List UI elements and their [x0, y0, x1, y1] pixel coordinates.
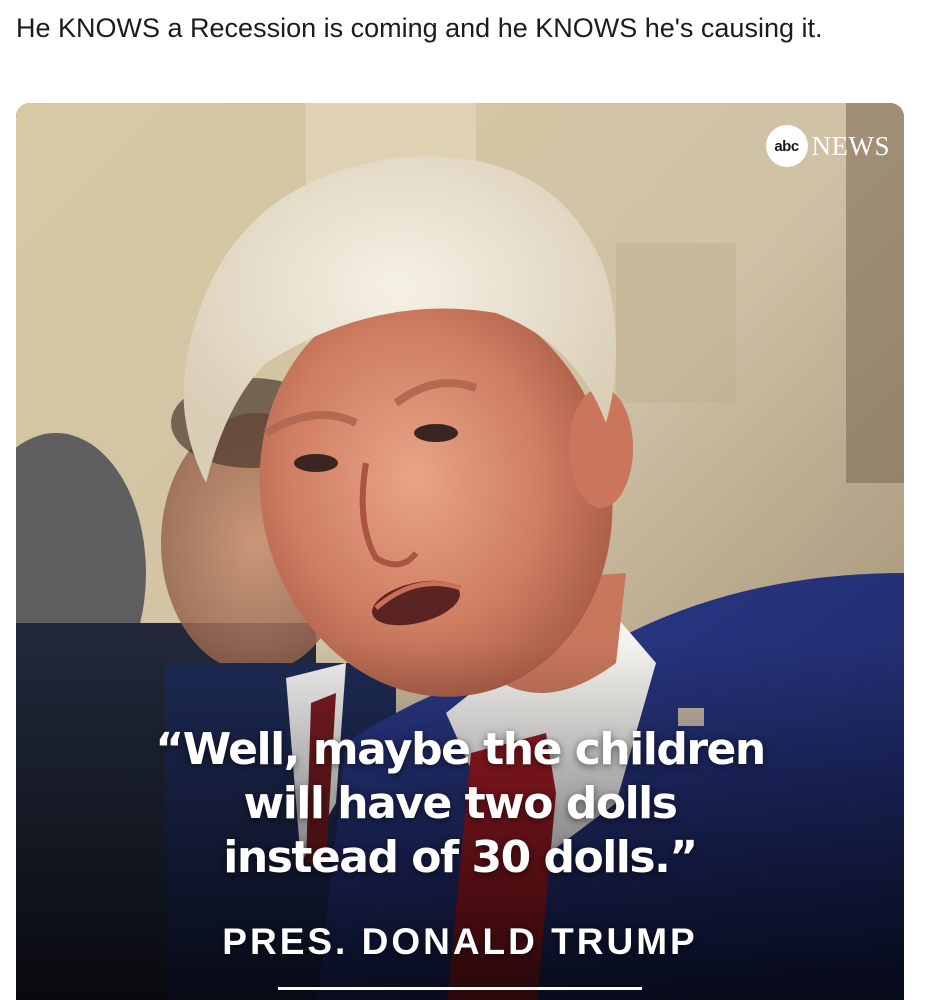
quote-line: will have two dolls [243, 778, 678, 829]
post-image[interactable]: abc NEWS “Well, maybe the children will … [16, 103, 904, 1000]
quote-line: instead of 30 dolls.” [223, 832, 698, 883]
abc-logo-icon: abc [765, 125, 808, 167]
quote-line: “Well, maybe the children [155, 724, 766, 775]
abc-news-logo: abc NEWS [765, 125, 891, 167]
quote-attribution: PRES. DONALD TRUMP [222, 921, 698, 962]
divider-line [278, 987, 642, 990]
social-post: He KNOWS a Recession is coming and he KN… [0, 0, 926, 1000]
post-text: He KNOWS a Recession is coming and he KN… [16, 13, 823, 43]
news-wordmark: NEWS [811, 130, 890, 161]
quote-caption: “Well, maybe the children will have two … [16, 723, 904, 885]
